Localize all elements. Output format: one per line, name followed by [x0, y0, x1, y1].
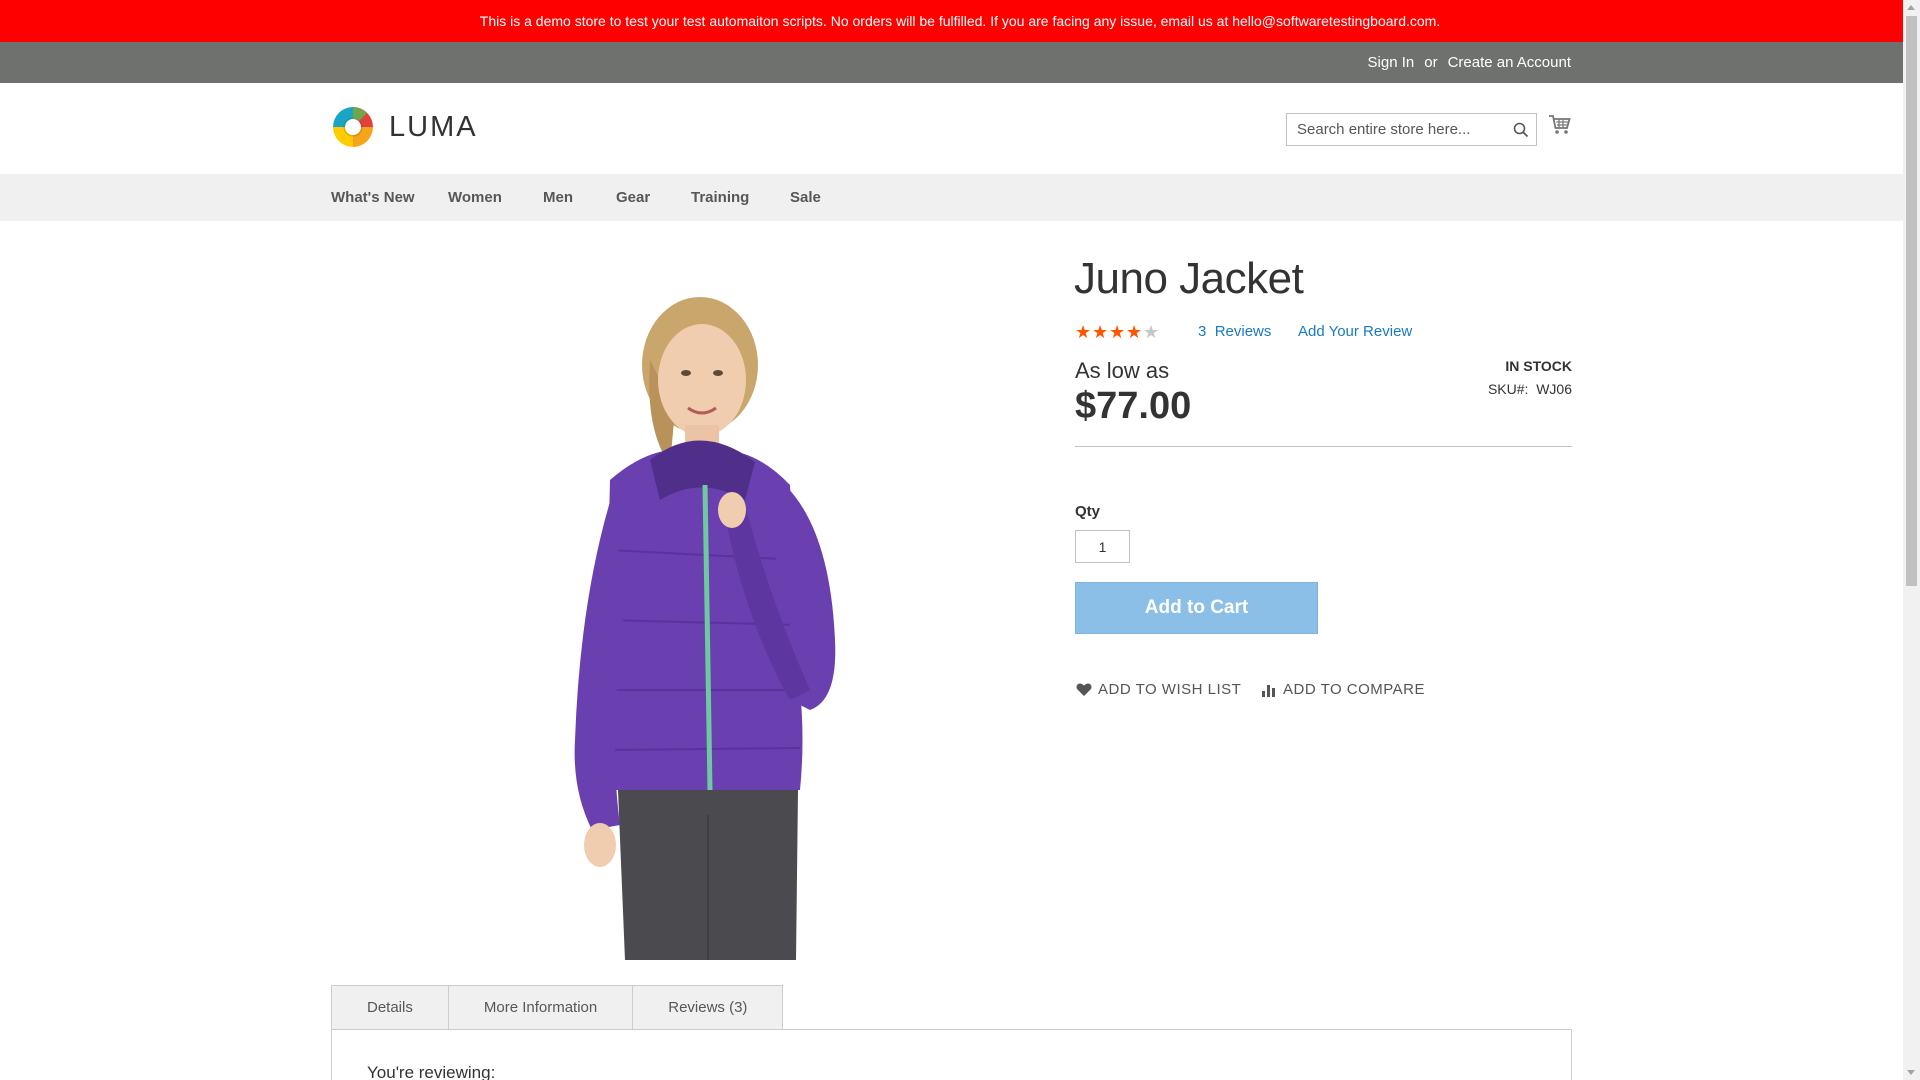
qty-input[interactable]: [1075, 530, 1130, 563]
add-review-link[interactable]: Add Your Review: [1298, 323, 1412, 340]
nav-item-training[interactable]: Training: [691, 174, 749, 221]
sku-line: SKU#: WJ06: [1488, 381, 1572, 397]
cart-button[interactable]: [1548, 113, 1574, 139]
main-header: LUMA: [0, 83, 1920, 174]
search-button[interactable]: [1506, 114, 1536, 145]
product-price: $77.00: [1075, 385, 1192, 427]
sku-value: WJ06: [1536, 381, 1572, 397]
sku-label: SKU#:: [1487, 381, 1529, 397]
or-separator: or: [1424, 54, 1438, 71]
rating-stars: ★ ★ ★ ★ ★: [1075, 322, 1160, 342]
cart-icon: [1549, 115, 1571, 134]
product-image[interactable]: [500, 270, 900, 960]
search-input[interactable]: [1287, 114, 1506, 145]
account-links: Sign In or Create an Account: [1368, 42, 1571, 83]
luma-logo[interactable]: LUMA: [331, 104, 478, 150]
price-divider: [1075, 446, 1572, 447]
star-icon: ★: [1143, 322, 1160, 342]
demo-store-banner: This is a demo store to test your test a…: [0, 0, 1920, 42]
add-to-compare-label: Add to Compare: [1283, 680, 1426, 698]
reviews-link[interactable]: 3 Reviews: [1198, 323, 1271, 340]
add-to-cart-button[interactable]: Add to Cart: [1075, 582, 1318, 634]
tab-more-information[interactable]: More Information: [447, 985, 633, 1030]
create-account-link[interactable]: Create an Account: [1448, 54, 1571, 71]
nav-item-men[interactable]: Men: [543, 174, 573, 221]
product-title: Juno Jacket: [1074, 254, 1304, 303]
luma-logo-icon: [333, 107, 373, 147]
header-links-bar: Sign In or Create an Account: [0, 42, 1920, 83]
search-icon: [1513, 122, 1529, 137]
luma-logo-text: LUMA: [389, 110, 478, 143]
sign-in-link[interactable]: Sign In: [1368, 54, 1415, 71]
reviewing-heading: You're reviewing:: [367, 1063, 496, 1080]
reviews-label: Reviews: [1214, 323, 1272, 340]
nav-item-gear[interactable]: Gear: [616, 174, 650, 221]
star-icon: ★: [1126, 322, 1143, 342]
add-to-wishlist-label: Add to Wish List: [1098, 680, 1242, 698]
add-to-wishlist-link[interactable]: Add to Wish List: [1076, 679, 1241, 699]
tab-content-panel: You're reviewing:: [331, 1029, 1572, 1080]
heart-icon: [1076, 683, 1092, 696]
tab-details[interactable]: Details: [331, 985, 448, 1030]
compare-icon: [1262, 684, 1275, 697]
page: This is a demo store to test your test a…: [0, 0, 1920, 1080]
scroll-down-arrow-icon[interactable]: [1907, 1070, 1915, 1075]
stock-status: IN STOCK: [1505, 358, 1572, 374]
product-tabs: Details More Information Reviews (3): [331, 985, 784, 1030]
star-icon: ★: [1075, 322, 1092, 342]
search-box: [1286, 113, 1537, 146]
reviews-count: 3: [1198, 323, 1207, 340]
qty-label: Qty: [1075, 503, 1101, 520]
add-to-compare-link[interactable]: Add to Compare: [1261, 679, 1425, 699]
scroll-up-arrow-icon[interactable]: [1907, 5, 1915, 10]
demo-banner-text: This is a demo store to test your test a…: [479, 13, 1441, 29]
as-low-as-label: As low as: [1075, 358, 1170, 383]
star-icon: ★: [1092, 322, 1109, 342]
product-photo: [574, 297, 836, 960]
tab-reviews[interactable]: Reviews (3): [632, 985, 784, 1030]
nav-item-whats-new[interactable]: What's New: [331, 174, 415, 221]
scrollbar-thumb[interactable]: [1906, 16, 1917, 586]
page-scrollbar[interactable]: [1903, 0, 1920, 1080]
star-icon: ★: [1109, 322, 1126, 342]
nav-item-women[interactable]: Women: [448, 174, 502, 221]
main-navigation: What's New Women Men Gear Training Sale: [0, 174, 1920, 221]
nav-item-sale[interactable]: Sale: [790, 174, 821, 221]
